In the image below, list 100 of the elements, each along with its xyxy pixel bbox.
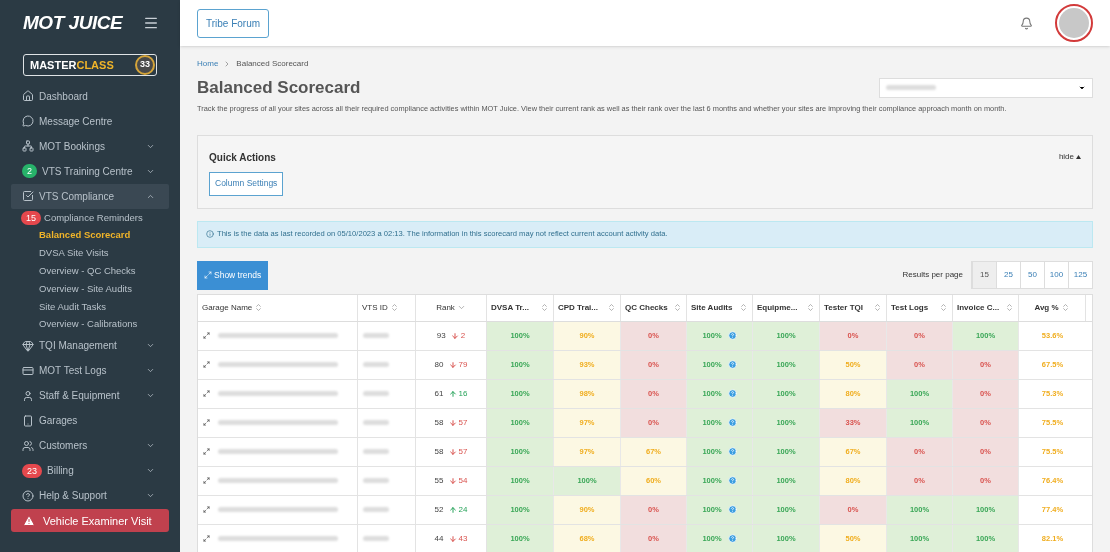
nav-icon — [22, 90, 34, 103]
breadcrumb-link[interactable]: Home — [197, 58, 219, 70]
help-icon[interactable] — [727, 418, 737, 428]
rank-change: 57 — [448, 416, 468, 429]
sidebar-item[interactable]: MOT Test Logs — [11, 358, 169, 384]
help-icon[interactable] — [727, 534, 737, 544]
sort-icon[interactable] — [806, 303, 815, 313]
page-size-option[interactable]: 100 — [1044, 262, 1068, 289]
rank-value: 52 — [434, 503, 444, 516]
sort-icon[interactable] — [254, 303, 264, 313]
page-title: Balanced Scorecard — [197, 77, 361, 99]
column-header[interactable]: QC Checks — [621, 294, 687, 321]
sidebar-item[interactable]: 23 Billing — [11, 458, 169, 484]
column-settings-button[interactable]: Column Settings — [209, 171, 284, 196]
redacted-text — [363, 333, 389, 339]
help-icon[interactable] — [727, 331, 737, 341]
sort-icon[interactable] — [389, 303, 399, 313]
sidebar-item[interactable]: 2 VTS Training Centre — [11, 158, 169, 184]
sidebar-subitem[interactable]: Site Audit Tasks — [11, 297, 169, 316]
page-size-option[interactable]: 25 — [996, 262, 1020, 289]
masterclass-badge[interactable]: MASTERCLASS 33 — [23, 54, 157, 76]
alert-button[interactable]: Vehicle Examiner Visit — [11, 509, 169, 533]
panel-title: Quick Actions — [209, 150, 276, 165]
page-size-option[interactable]: 50 — [1020, 262, 1044, 289]
sidebar-item[interactable]: VTS Compliance — [11, 183, 169, 209]
sort-icon[interactable] — [607, 303, 616, 313]
sidebar-item[interactable]: TQI Management — [11, 333, 169, 359]
count-badge: 23 — [22, 463, 42, 478]
sidebar-item[interactable]: Customers — [11, 433, 169, 459]
forum-button[interactable]: Tribe Forum — [197, 8, 270, 38]
page-size-option[interactable]: 15 — [972, 262, 996, 289]
help-icon[interactable] — [727, 476, 737, 486]
site-select[interactable] — [879, 77, 1093, 98]
level-badge: 33 — [135, 55, 155, 75]
rank-value: 44 — [434, 532, 444, 545]
rank-change: 2 — [450, 329, 466, 342]
expand-icon[interactable] — [203, 419, 210, 427]
help-icon[interactable] — [727, 360, 737, 370]
expand-icon[interactable] — [203, 477, 210, 485]
column-header[interactable]: Rank — [416, 294, 487, 321]
help-icon[interactable] — [727, 505, 737, 515]
sidebar-subitem[interactable]: Balanced Scorecard — [11, 226, 169, 245]
redacted-text — [363, 507, 389, 513]
sort-icon[interactable] — [673, 303, 682, 313]
sort-icon[interactable] — [1060, 303, 1070, 313]
sort-icon[interactable] — [939, 303, 948, 313]
sort-icon[interactable] — [540, 303, 549, 313]
column-header[interactable]: Invoice C... — [953, 294, 1019, 321]
column-header[interactable]: Equipme... — [753, 294, 820, 321]
column-header[interactable]: Tester TQI — [820, 294, 887, 321]
expand-icon[interactable] — [203, 361, 210, 369]
column-header[interactable]: DVSA Tr... — [487, 294, 554, 321]
sidebar-subitem[interactable]: Overview - Calibrations — [11, 315, 169, 334]
column-header[interactable]: Test Logs — [887, 294, 953, 321]
sort-icon[interactable] — [739, 303, 748, 313]
column-header[interactable]: Site Audits — [687, 294, 753, 321]
nav-icon — [22, 414, 34, 427]
expand-icon[interactable] — [203, 506, 210, 514]
sidebar-item[interactable]: Dashboard — [11, 84, 169, 109]
column-header[interactable]: Avg % — [1019, 294, 1086, 321]
expand-icon[interactable] — [203, 448, 210, 456]
column-header[interactable]: CPD Trai... — [554, 294, 621, 321]
sort-icon[interactable] — [873, 303, 882, 313]
column-header[interactable]: Garage Name — [198, 294, 358, 321]
page-size-option[interactable]: 125 — [1068, 262, 1092, 289]
help-icon[interactable] — [727, 389, 737, 399]
nav-icon — [22, 364, 34, 377]
sidebar-subitem[interactable]: DVSA Site Visits — [11, 244, 169, 263]
column-header[interactable]: VTS ID — [358, 294, 416, 321]
sort-icon[interactable] — [1005, 303, 1014, 313]
nav-icon — [22, 115, 34, 128]
rank-value: 58 — [434, 445, 444, 458]
sidebar-subitem[interactable]: Overview - QC Checks — [11, 262, 169, 281]
expand-icon[interactable] — [203, 390, 210, 398]
sidebar-item[interactable]: Staff & Equipment — [11, 383, 169, 409]
notifications-icon[interactable] — [1020, 16, 1033, 30]
expand-icon[interactable] — [203, 535, 210, 543]
hide-toggle[interactable]: hide — [1058, 151, 1081, 164]
count-badge: 15 — [21, 210, 41, 225]
rank-change: 16 — [448, 387, 468, 400]
rank-value: 80 — [434, 358, 444, 371]
sidebar-item[interactable]: Message Centre — [11, 109, 169, 134]
logo: MOT JUICE — [23, 10, 123, 35]
menu-icon[interactable] — [143, 15, 159, 31]
rank-change: 24 — [448, 503, 468, 516]
redacted-text — [363, 420, 389, 426]
nav-icon — [22, 339, 34, 352]
expand-icon[interactable] — [203, 332, 210, 340]
help-icon[interactable] — [727, 447, 737, 457]
sidebar-item[interactable]: Garages — [11, 408, 169, 434]
nav-icon — [22, 389, 34, 402]
expand-icon — [204, 271, 212, 280]
sidebar-item[interactable]: Help & Support — [11, 483, 169, 509]
redacted-text — [363, 391, 389, 397]
sidebar-subitem[interactable]: Overview - Site Audits — [11, 280, 169, 298]
sidebar-item[interactable]: MOT Bookings — [11, 133, 169, 159]
sidebar-subitem[interactable]: 15 Compliance Reminders — [11, 208, 169, 227]
nav-icon — [22, 140, 34, 153]
avatar[interactable] — [1055, 4, 1093, 42]
rank-change: 57 — [448, 445, 468, 458]
